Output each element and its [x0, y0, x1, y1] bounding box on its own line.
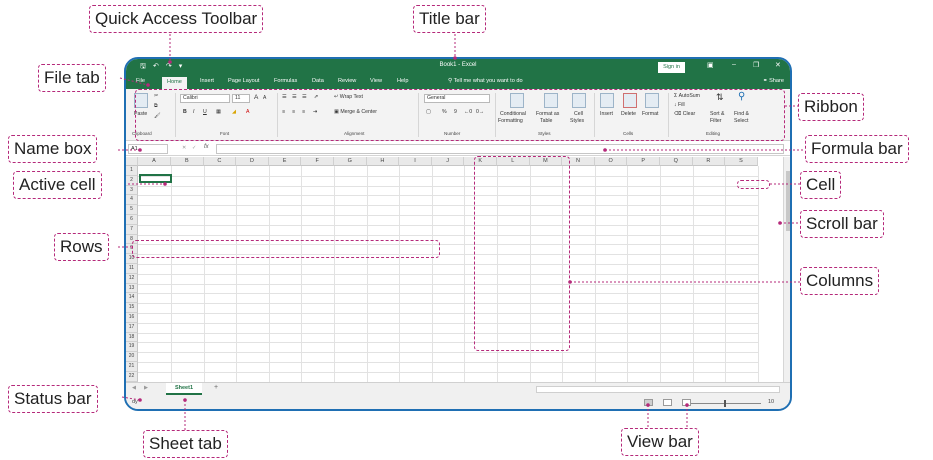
- row-header[interactable]: 22: [126, 371, 138, 382]
- row-header[interactable]: 18: [126, 332, 138, 343]
- tab-data[interactable]: Data: [312, 78, 324, 84]
- callout-ribbon: Ribbon: [798, 93, 864, 121]
- callout-view-bar: View bar: [621, 428, 699, 456]
- row-header[interactable]: 15: [126, 303, 138, 313]
- column-header[interactable]: D: [236, 157, 269, 166]
- tab-home[interactable]: Home: [162, 77, 187, 89]
- row-header[interactable]: 19: [126, 342, 138, 353]
- select-all-corner[interactable]: [126, 157, 138, 166]
- callout-scroll-bar: Scroll bar: [800, 210, 884, 238]
- column-header[interactable]: S: [725, 157, 758, 166]
- column-header[interactable]: C: [203, 157, 237, 166]
- formula-bar: A1 ✕ ✓ fx: [126, 142, 790, 156]
- normal-view-button[interactable]: [644, 399, 653, 406]
- column-header[interactable]: P: [627, 157, 660, 166]
- column-header[interactable]: F: [301, 157, 334, 166]
- page-layout-view-button[interactable]: [663, 399, 672, 406]
- callout-rows: Rows: [54, 233, 109, 261]
- formula-input[interactable]: [216, 144, 784, 154]
- cancel-icon[interactable]: ✕: [182, 145, 186, 151]
- horizontal-scroll-bar[interactable]: [536, 386, 780, 393]
- column-header[interactable]: G: [334, 157, 367, 166]
- callout-active-cell: Active cell: [13, 171, 102, 199]
- scroll-thumb[interactable]: [786, 171, 790, 231]
- callout-quick-access-toolbar: Quick Access Toolbar: [89, 5, 264, 33]
- sheet-tab[interactable]: Sheet1: [166, 383, 202, 395]
- status-ready: dy: [132, 399, 138, 405]
- tab-insert[interactable]: Insert: [200, 78, 214, 84]
- close-icon[interactable]: ✕: [775, 61, 781, 69]
- ribbon-display-icon[interactable]: ▣: [707, 61, 714, 69]
- callout-name-box: Name box: [8, 135, 98, 163]
- column-header[interactable]: J: [431, 157, 465, 166]
- zoom-slider-knob[interactable]: [724, 400, 726, 407]
- tab-view[interactable]: View: [370, 78, 382, 84]
- ribbon-highlight: [135, 89, 785, 141]
- columns-highlight: [474, 156, 570, 351]
- minimize-icon[interactable]: –: [732, 61, 736, 68]
- row-header[interactable]: 17: [126, 322, 138, 333]
- ribbon-tabs: File Home Insert Page Layout Formulas Da…: [126, 76, 790, 89]
- page-break-view-button[interactable]: [682, 399, 691, 406]
- name-box[interactable]: A1: [128, 144, 168, 154]
- vertical-scroll-bar[interactable]: [783, 157, 790, 382]
- share-button[interactable]: ⚭ Share: [763, 78, 784, 84]
- callout-cell: Cell: [800, 171, 842, 199]
- column-header[interactable]: O: [594, 157, 628, 166]
- row-header[interactable]: 13: [126, 283, 138, 294]
- row-header[interactable]: 12: [126, 273, 138, 284]
- row-header[interactable]: 1: [126, 166, 138, 176]
- callout-formula-bar: Formula bar: [805, 135, 909, 163]
- callout-columns: Columns: [800, 267, 880, 295]
- window-title: Book1 - Excel: [439, 62, 477, 68]
- column-header[interactable]: I: [399, 157, 432, 166]
- column-header[interactable]: B: [171, 157, 204, 166]
- row-header[interactable]: 21: [126, 362, 138, 372]
- tab-review[interactable]: Review: [338, 78, 356, 84]
- rows-highlight: [132, 240, 440, 258]
- cell-highlight: [737, 180, 770, 189]
- row-header[interactable]: 5: [126, 205, 138, 215]
- column-header[interactable]: R: [692, 157, 726, 166]
- sheet-nav-prev-icon[interactable]: ◀: [132, 385, 136, 391]
- tab-page-layout[interactable]: Page Layout: [228, 78, 259, 84]
- row-header[interactable]: 6: [126, 215, 138, 225]
- row-header[interactable]: 2: [126, 175, 138, 186]
- row-header[interactable]: 7: [126, 224, 138, 235]
- row-header[interactable]: 11: [126, 264, 138, 274]
- callout-file-tab: File tab: [38, 64, 106, 92]
- column-header[interactable]: E: [268, 157, 302, 166]
- title-bar: 🖫 ↶ ↷ ▾ Book1 - Excel Sign in ▣ – ❐ ✕: [126, 59, 790, 76]
- row-header[interactable]: 3: [126, 185, 138, 196]
- column-header[interactable]: H: [366, 157, 400, 166]
- tell-me-box[interactable]: ⚲ Tell me what you want to do: [448, 78, 523, 84]
- insert-function-button[interactable]: fx: [204, 144, 209, 150]
- tab-help[interactable]: Help: [397, 78, 409, 84]
- callout-title-bar: Title bar: [413, 5, 486, 33]
- row-header[interactable]: 20: [126, 352, 138, 362]
- worksheet-grid[interactable]: A B C D E F G H I J K L M N O P Q R S 1 2 3 4 5 6 7 8 9 10 11 12 13 14 15…: [126, 157, 790, 383]
- callout-status-bar: Status bar: [8, 385, 98, 413]
- callout-sheet-tab: Sheet tab: [143, 430, 228, 458]
- sheet-bar: ◀ ▶ Sheet1 +: [126, 382, 790, 395]
- active-cell[interactable]: [139, 174, 172, 183]
- column-header[interactable]: Q: [660, 157, 693, 166]
- row-header[interactable]: 16: [126, 313, 138, 323]
- tab-formulas[interactable]: Formulas: [274, 78, 297, 84]
- add-sheet-button[interactable]: +: [214, 384, 218, 391]
- row-header[interactable]: 4: [126, 195, 138, 206]
- sheet-nav-next-icon[interactable]: ▶: [144, 385, 148, 391]
- tab-file[interactable]: File: [136, 78, 145, 84]
- sign-in-button[interactable]: Sign in: [658, 62, 685, 73]
- zoom-slider[interactable]: [691, 403, 761, 404]
- row-header[interactable]: 14: [126, 293, 138, 304]
- restore-icon[interactable]: ❐: [753, 61, 759, 69]
- enter-icon[interactable]: ✓: [192, 145, 196, 151]
- zoom-level: 10: [768, 399, 775, 405]
- status-bar: dy 10: [126, 395, 790, 409]
- column-header[interactable]: A: [138, 157, 171, 166]
